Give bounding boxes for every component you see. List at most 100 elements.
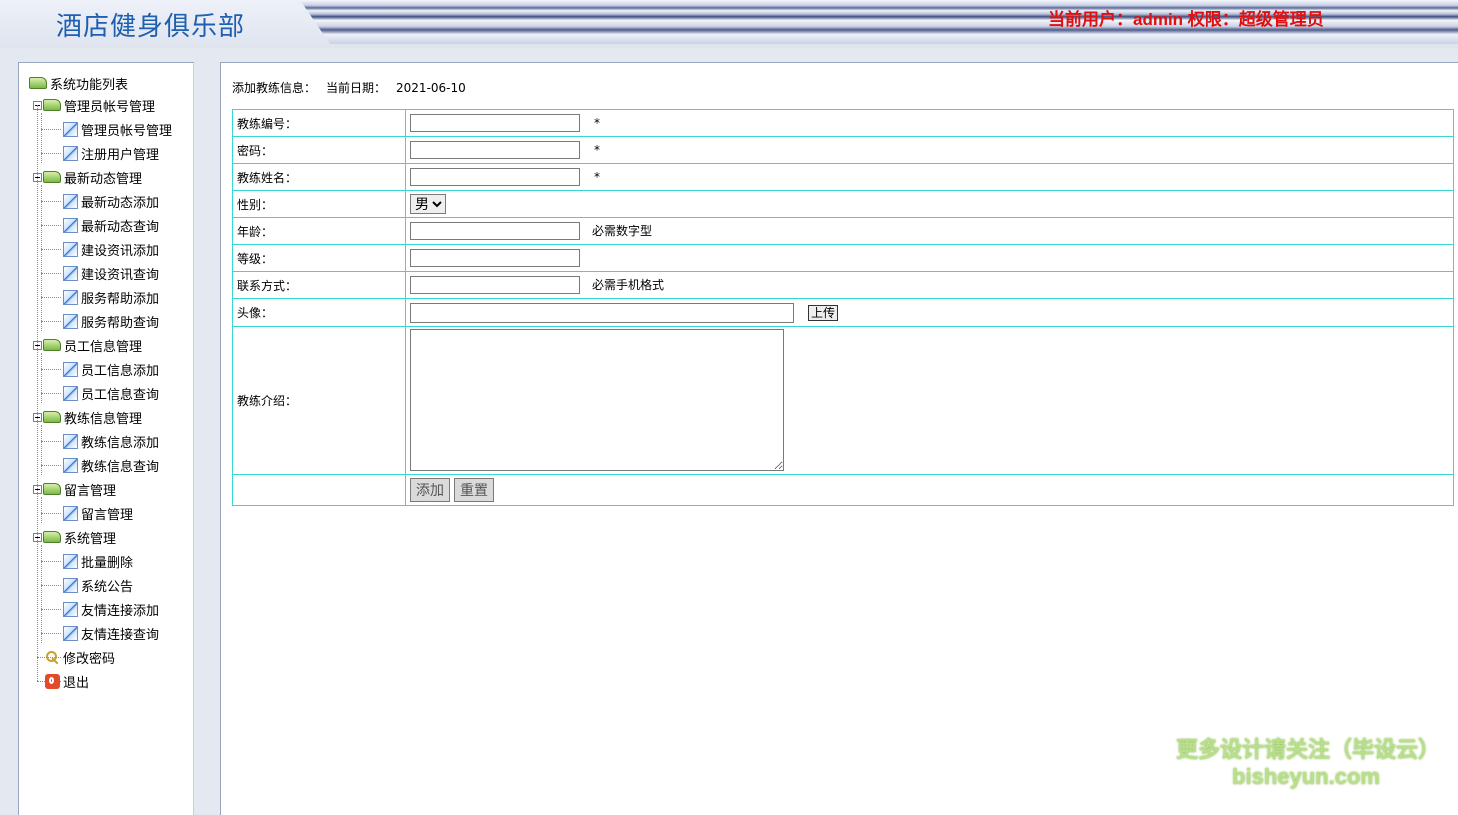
pencil-icon — [63, 313, 78, 329]
tree-connector — [41, 153, 61, 154]
sidebar-group-2-label: 员工信息管理 — [64, 339, 143, 355]
age-input[interactable] — [410, 222, 580, 241]
sidebar-group-4[interactable]: 留言管理 — [33, 479, 116, 499]
sidebar-item-5-0-label: 批量删除 — [81, 555, 134, 571]
contact-input[interactable] — [410, 276, 580, 295]
folder-icon — [43, 411, 61, 423]
sidebar-item-3-1-label: 教练信息查询 — [81, 459, 160, 475]
form-row-gender: 性别： 男 — [232, 190, 1454, 218]
sidebar-item-5-2[interactable]: 友情连接添加 — [63, 599, 159, 619]
sidebar-group-0-label: 管理员帐号管理 — [64, 99, 156, 115]
level-input[interactable] — [410, 249, 580, 267]
sidebar-item-3-0-label: 教练信息添加 — [81, 435, 160, 451]
sidebar-change-password-label: 修改密码 — [63, 651, 116, 667]
folder-icon — [43, 339, 61, 351]
page-title: 添加教练信息： — [232, 81, 317, 95]
date-value: 2021-06-10 — [396, 81, 466, 95]
sidebar-item-5-2-label: 友情连接添加 — [81, 603, 160, 619]
required-mark: * — [594, 169, 600, 184]
sidebar-item-2-1[interactable]: 员工信息查询 — [63, 383, 159, 403]
avatar-label: 头像： — [232, 298, 406, 327]
sidebar-group-2[interactable]: 员工信息管理 — [33, 335, 142, 355]
avatar-path-input[interactable] — [410, 302, 794, 323]
form-row-intro: 教练介绍： — [232, 326, 1454, 475]
folder-icon — [43, 483, 61, 495]
tree-connector — [41, 545, 42, 643]
coach-id-input[interactable] — [410, 114, 580, 132]
tree-connector — [41, 633, 61, 634]
sidebar-item-3-0[interactable]: 教练信息添加 — [63, 431, 159, 451]
tree-connector — [41, 441, 61, 442]
sidebar: 系统功能列表 管理员帐号管理 管理员帐号管理 注册用户管理 最新动态管理 最新动态添加 最新… — [18, 62, 194, 815]
sidebar-item-1-3[interactable]: 建设资讯查询 — [63, 263, 159, 283]
required-mark: * — [594, 142, 600, 157]
sidebar-change-password[interactable]: 修改密码 — [45, 647, 115, 667]
sidebar-logout[interactable]: 退出 — [45, 671, 89, 691]
watermark-line1: 更多设计请关注（毕设云） — [1176, 737, 1441, 762]
required-mark: * — [594, 115, 600, 130]
tree-connector — [41, 497, 42, 523]
pencil-icon — [63, 145, 78, 161]
gender-select[interactable]: 男 — [410, 194, 446, 214]
sidebar-item-2-1-label: 员工信息查询 — [81, 387, 160, 403]
contact-hint: 必需手机格式 — [592, 277, 665, 292]
folder-icon — [43, 531, 61, 543]
pencil-icon — [63, 553, 78, 569]
level-label: 等级： — [232, 244, 406, 272]
sidebar-group-3[interactable]: 教练信息管理 — [33, 407, 142, 427]
age-label: 年龄： — [232, 217, 406, 245]
sidebar-item-5-0[interactable]: 批量删除 — [63, 551, 133, 571]
sidebar-item-1-4[interactable]: 服务帮助添加 — [63, 287, 159, 307]
tree-connector — [41, 369, 61, 370]
sidebar-group-5[interactable]: 系统管理 — [33, 527, 116, 547]
sidebar-item-1-1[interactable]: 最新动态查询 — [63, 215, 159, 235]
header-bar: 酒店健身俱乐部 当前用户：admin 权限：超级管理员 — [0, 0, 1458, 48]
contact-label: 联系方式： — [232, 271, 406, 299]
pencil-icon — [63, 265, 78, 281]
folder-icon — [29, 77, 47, 89]
form-row-password: 密码： * — [232, 136, 1454, 164]
tree-connector — [37, 105, 38, 681]
sidebar-group-0[interactable]: 管理员帐号管理 — [33, 95, 155, 115]
tree-connector — [41, 273, 61, 274]
coach-name-input[interactable] — [410, 168, 580, 186]
sidebar-item-2-0[interactable]: 员工信息添加 — [63, 359, 159, 379]
reset-button[interactable]: 重置 — [454, 478, 494, 502]
pencil-icon — [63, 577, 78, 593]
upload-button[interactable]: 上传 — [808, 304, 839, 321]
app-title: 酒店健身俱乐部 — [56, 12, 246, 42]
sidebar-item-4-0[interactable]: 留言管理 — [63, 503, 133, 523]
sidebar-item-0-1[interactable]: 注册用户管理 — [63, 143, 159, 163]
coach-id-label: 教练编号： — [232, 109, 406, 137]
sidebar-item-5-3[interactable]: 友情连接查询 — [63, 623, 159, 643]
tree-connector — [41, 249, 61, 250]
pencil-icon — [63, 457, 78, 473]
main-content: 添加教练信息： 当前日期： 2021-06-10 教练编号： * 密码： * 教练姓… — [220, 62, 1458, 815]
password-input[interactable] — [410, 141, 580, 159]
form-row-age: 年龄： 必需数字型 — [232, 217, 1454, 245]
sidebar-item-3-1[interactable]: 教练信息查询 — [63, 455, 159, 475]
sidebar-item-1-5[interactable]: 服务帮助查询 — [63, 311, 159, 331]
tree-connector — [41, 321, 61, 322]
intro-textarea[interactable] — [410, 329, 784, 471]
pencil-icon — [63, 289, 78, 305]
sidebar-item-1-2[interactable]: 建设资讯添加 — [63, 239, 159, 259]
pencil-icon — [63, 193, 78, 209]
gender-label: 性别： — [232, 190, 406, 218]
pencil-icon — [63, 361, 78, 377]
sidebar-item-1-0[interactable]: 最新动态添加 — [63, 191, 159, 211]
pencil-icon — [63, 625, 78, 641]
form-row-coach-id: 教练编号： * — [232, 109, 1454, 137]
sidebar-group-4-label: 留言管理 — [64, 483, 117, 499]
sidebar-group-1[interactable]: 最新动态管理 — [33, 167, 142, 187]
sidebar-item-0-0-label: 管理员帐号管理 — [81, 123, 173, 139]
pencil-icon — [63, 121, 78, 137]
tree-connector — [41, 585, 61, 586]
current-user-info: 当前用户：admin 权限：超级管理员 — [1048, 10, 1324, 29]
sidebar-root[interactable]: 系统功能列表 — [29, 73, 128, 93]
tree-connector — [41, 353, 42, 403]
add-button[interactable]: 添加 — [410, 478, 450, 502]
sidebar-item-5-1[interactable]: 系统公告 — [63, 575, 133, 595]
sidebar-item-0-0[interactable]: 管理员帐号管理 — [63, 119, 172, 139]
page-heading: 添加教练信息： 当前日期： 2021-06-10 — [232, 79, 476, 96]
